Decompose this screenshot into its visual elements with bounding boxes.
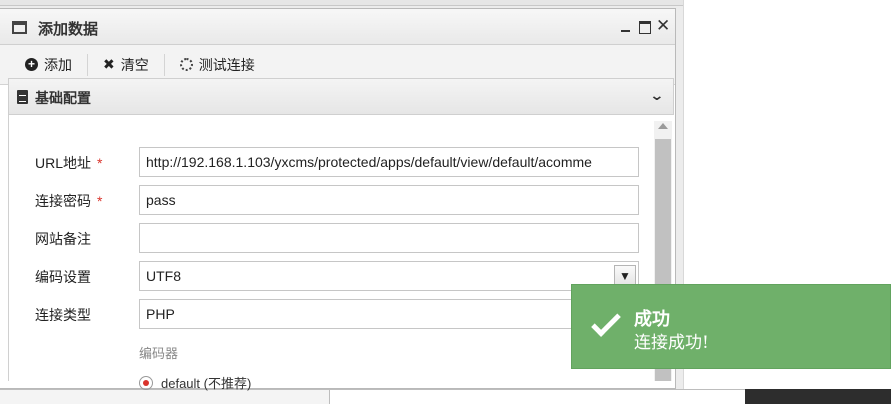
times-icon: ✖	[103, 56, 115, 72]
background-bottom-panel-mid	[330, 389, 745, 404]
radio-icon[interactable]	[139, 375, 153, 390]
password-label: 连接密码 *	[35, 193, 103, 209]
url-input[interactable]: http://192.168.1.103/yxcms/protected/app…	[139, 147, 639, 177]
maximize-button[interactable]	[638, 17, 652, 35]
test-connection-label: 测试连接	[198, 56, 255, 73]
encoding-select[interactable]: UTF8 ▼	[139, 261, 639, 291]
close-button[interactable]: ✕	[656, 17, 670, 35]
success-toast[interactable]: 成功 连接成功!	[571, 284, 891, 369]
check-icon	[591, 307, 621, 337]
scroll-up-icon[interactable]	[658, 123, 668, 129]
encoding-row: 编码设置 UTF8 ▼	[9, 261, 649, 291]
dialog-titlebar[interactable]: 添加数据 ✕	[0, 9, 675, 45]
required-marker: *	[97, 193, 103, 209]
encoder-label: 编码器	[139, 346, 179, 361]
note-label: 网站备注	[35, 231, 91, 247]
add-button-label: 添加	[44, 56, 72, 73]
encoding-value: UTF8	[146, 268, 181, 284]
type-label: 连接类型	[35, 307, 91, 323]
test-connection-button[interactable]: 测试连接	[171, 55, 264, 75]
add-button[interactable]: + 添加	[16, 55, 81, 75]
spinner-icon	[179, 58, 193, 71]
type-value: PHP	[146, 306, 175, 322]
note-input[interactable]	[139, 223, 639, 253]
window-icon	[12, 21, 27, 34]
background-bottom-panel-right	[745, 389, 891, 404]
chevron-down-icon[interactable]: ⌄	[650, 87, 665, 104]
url-label: URL地址 *	[35, 155, 103, 171]
basic-config-header[interactable]: 基础配置 ⌄	[8, 78, 674, 115]
toolbar-divider	[163, 53, 165, 76]
toolbar-divider	[87, 53, 88, 76]
encoder-option-label: default (不推荐)	[161, 376, 252, 391]
type-row: 连接类型 PHP ▼	[9, 299, 649, 329]
background-top-strip	[0, 0, 683, 6]
file-text-icon	[17, 90, 28, 104]
toast-message: 连接成功!	[634, 333, 709, 353]
dialog-title: 添加数据	[38, 21, 99, 38]
password-row: 连接密码 * pass	[9, 185, 649, 215]
clear-button-label: 清空	[120, 56, 149, 73]
section-title: 基础配置	[35, 90, 91, 106]
plus-circle-icon: +	[25, 58, 38, 71]
url-row: URL地址 * http://192.168.1.103/yxcms/protec…	[9, 147, 649, 177]
minimize-button[interactable]	[619, 17, 633, 35]
required-marker: *	[97, 155, 103, 171]
type-select[interactable]: PHP ▼	[139, 299, 639, 329]
note-row: 网站备注	[9, 223, 649, 253]
clear-button[interactable]: ✖ 清空	[94, 55, 158, 75]
password-input[interactable]: pass	[139, 185, 639, 215]
encoder-option-default[interactable]: default (不推荐)	[139, 373, 251, 392]
encoding-label: 编码设置	[35, 269, 91, 285]
